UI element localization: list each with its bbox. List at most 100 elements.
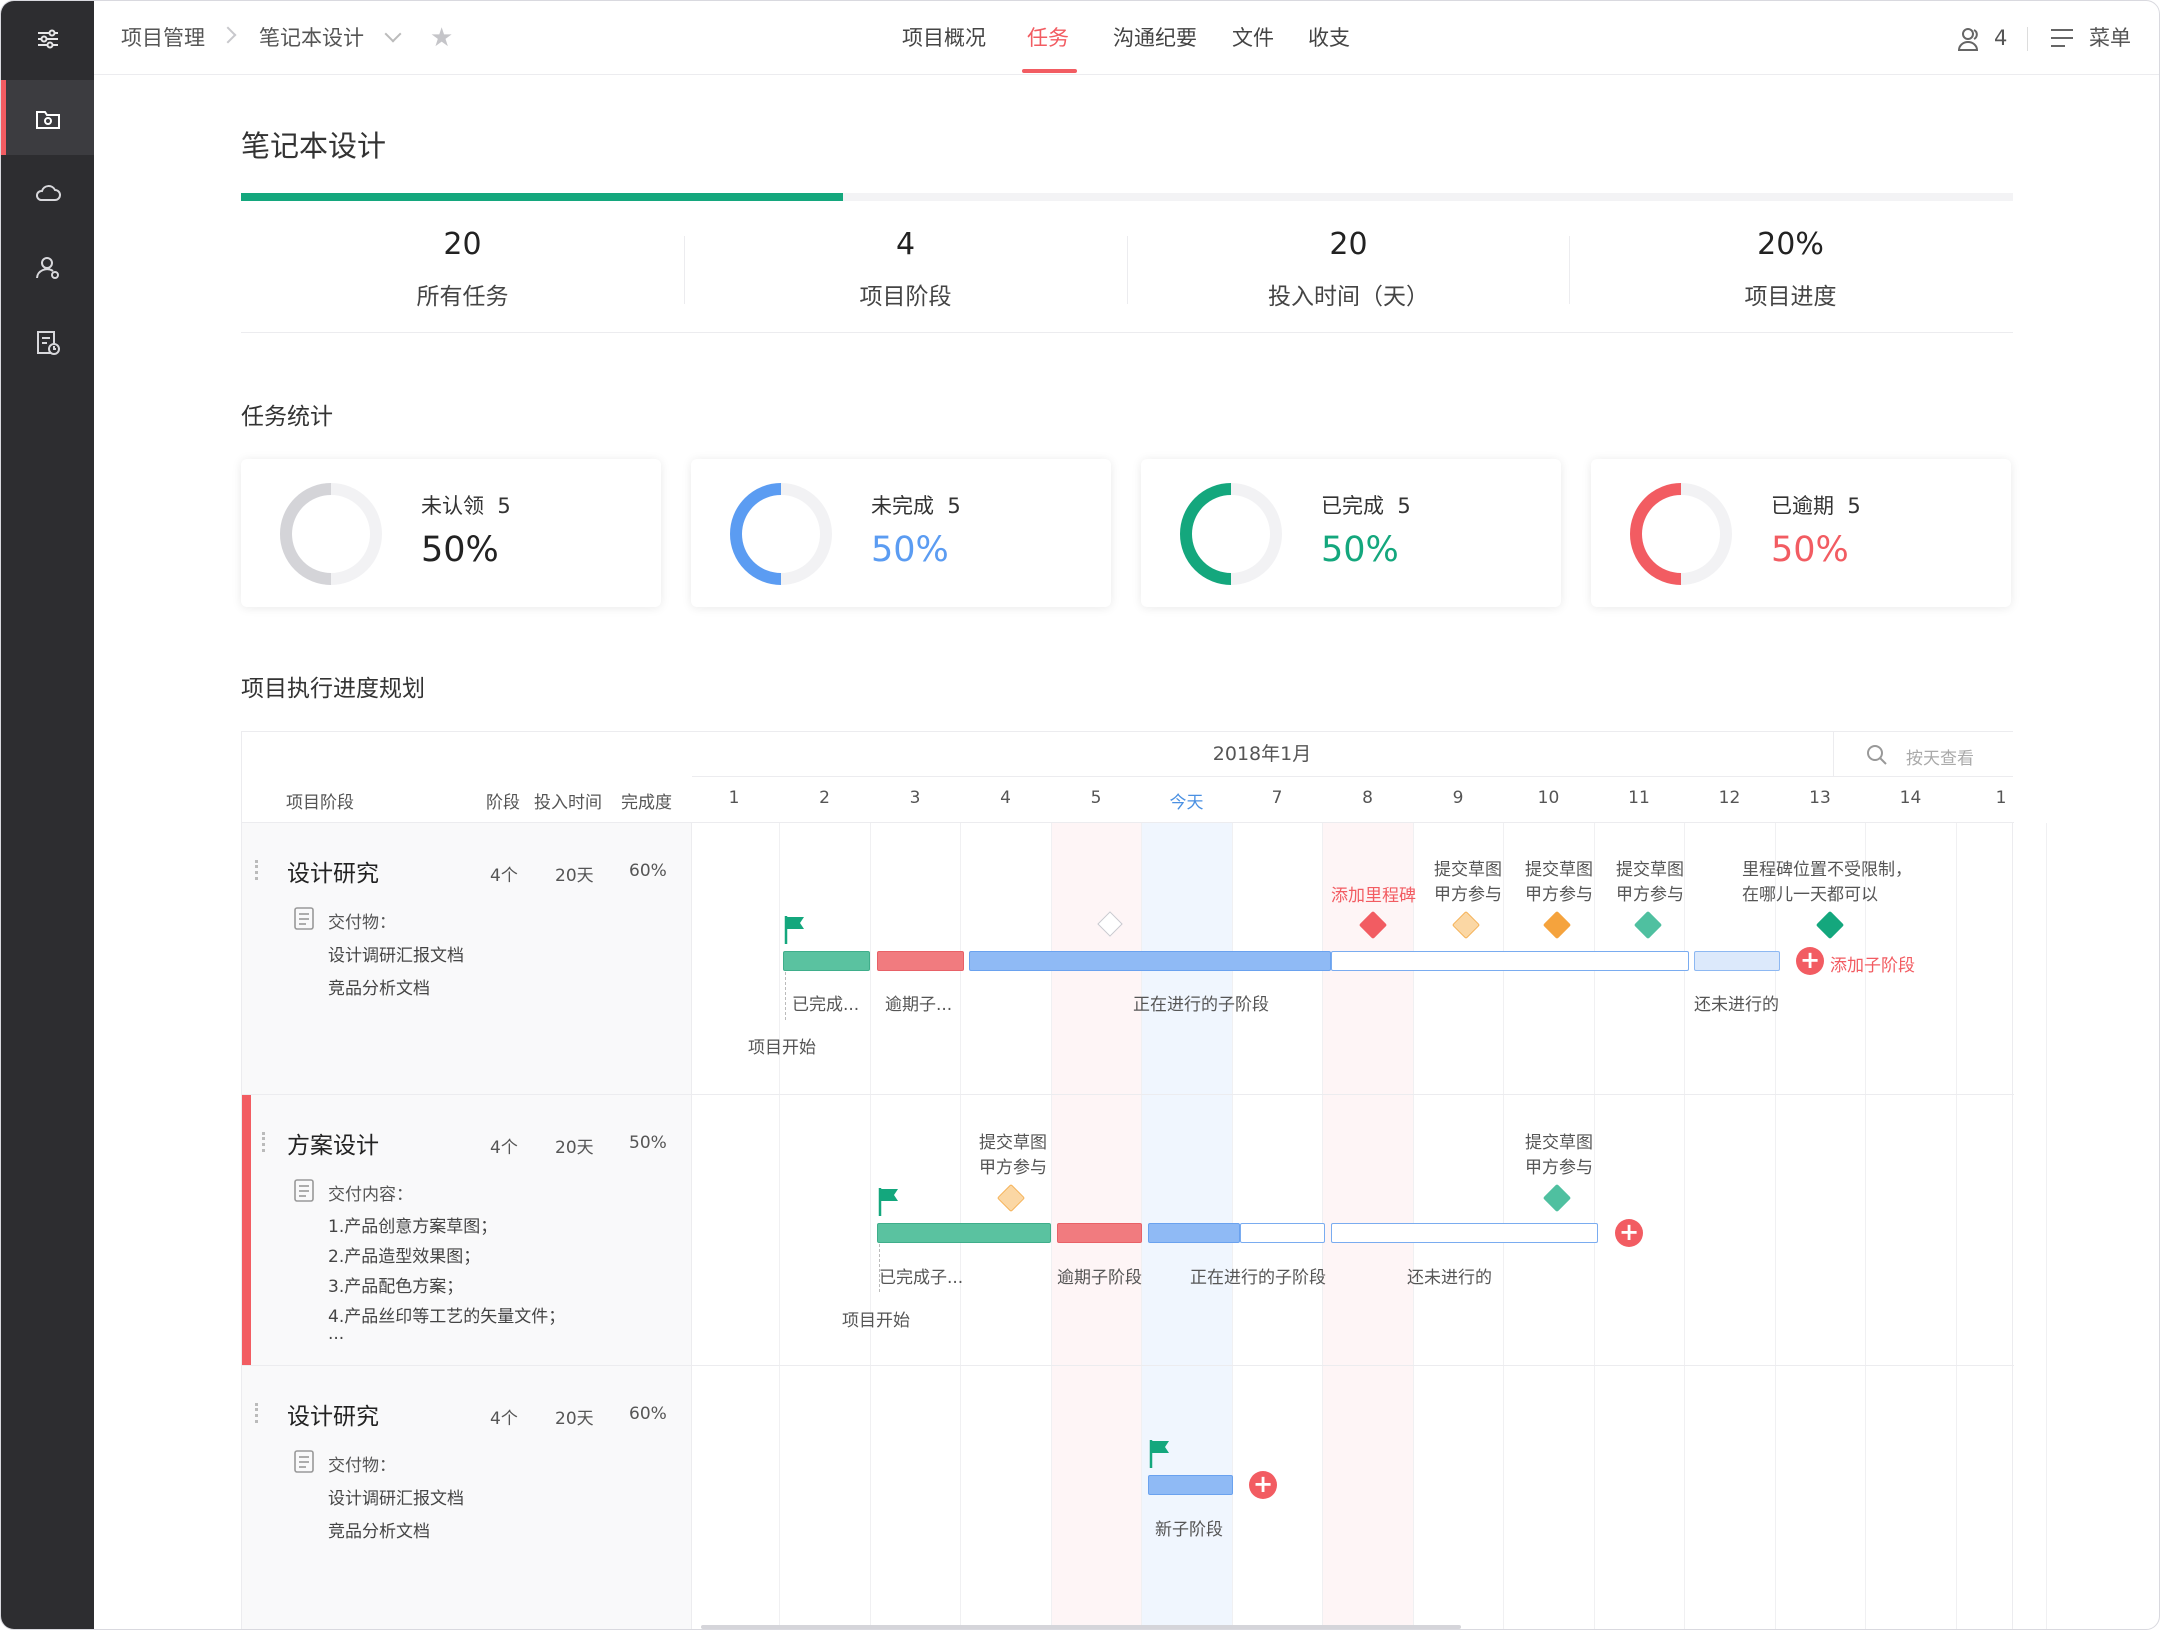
milestone-label: 提交草图 <box>1525 860 1593 880</box>
add-subphase-icon[interactable]: + <box>1615 1219 1643 1247</box>
bar-label-not-started: 还未进行的 <box>1407 1268 1492 1288</box>
milestone-free-icon[interactable] <box>1815 910 1845 940</box>
deliverable-item: 4.产品丝印等工艺的矢量文件； <box>328 1307 566 1327</box>
bar-overdue[interactable] <box>877 951 964 971</box>
menu-icon[interactable] <box>2049 26 2075 50</box>
stat-label: 项目阶段 <box>859 284 952 310</box>
day-label[interactable]: 14 <box>1891 788 1931 808</box>
task-card-completed[interactable]: 已完成 5 50% <box>1141 459 1561 607</box>
day-search[interactable]: 按天查看 <box>1833 732 2013 777</box>
milestone-active-icon[interactable] <box>1542 910 1572 940</box>
bar-in-progress-remaining[interactable] <box>1331 951 1689 971</box>
deliverable-item: 设计调研汇报文档 <box>328 946 464 966</box>
members-icon[interactable] <box>1956 25 1984 53</box>
day-label[interactable]: 7 <box>1257 788 1297 808</box>
breadcrumb-current[interactable]: 笔记本设计 <box>259 1 364 75</box>
day-label[interactable]: 2 <box>805 788 845 808</box>
horizontal-scrollbar[interactable] <box>701 1625 1461 1629</box>
drag-handle-icon[interactable] <box>255 860 259 880</box>
schedule-title: 项目执行进度规划 <box>241 676 425 702</box>
tab-files[interactable]: 文件 <box>1232 1 1274 75</box>
phase-name: 设计研究 <box>287 861 379 887</box>
phase-name: 设计研究 <box>287 1404 379 1430</box>
day-label[interactable]: 1 <box>714 788 754 808</box>
bar-in-progress-remaining[interactable] <box>1240 1223 1325 1243</box>
breadcrumb-root[interactable]: 项目管理 <box>121 1 205 75</box>
task-card-overdue[interactable]: 已逾期 5 50% <box>1591 459 2011 607</box>
cloud-icon[interactable] <box>1 155 94 230</box>
stat-value: 20% <box>1757 227 1824 262</box>
member-count[interactable]: 4 <box>1994 1 2007 75</box>
deliverable-item: 竞品分析文档 <box>328 979 430 999</box>
donut-chart-incomplete <box>730 483 832 585</box>
day-label[interactable]: 4 <box>986 788 1026 808</box>
add-subphase-label[interactable]: 添加子阶段 <box>1830 951 1915 976</box>
bar-in-progress[interactable] <box>1148 1223 1240 1243</box>
day-label[interactable]: 1 <box>1981 788 2021 808</box>
tab-overview[interactable]: 项目概况 <box>902 1 986 75</box>
day-label[interactable]: 12 <box>1710 788 1750 808</box>
donut-chart-unclaimed <box>280 483 382 585</box>
day-grid-line <box>869 823 871 1629</box>
bar-overdue[interactable] <box>1057 1223 1142 1243</box>
bar-new-subphase[interactable] <box>1148 1475 1233 1495</box>
stat-label: 投入时间（天） <box>1268 284 1429 310</box>
milestone-done-icon[interactable] <box>1633 910 1663 940</box>
deliverable-label: 交付物： <box>328 913 396 933</box>
milestone-pending-icon[interactable] <box>1451 910 1481 940</box>
project-folder-icon[interactable] <box>1 80 94 155</box>
bar-label-completed: 已完成... <box>792 995 860 1015</box>
day-label[interactable]: 10 <box>1529 788 1569 808</box>
settings-sliders-icon[interactable] <box>1 1 94 76</box>
page-title: 笔记本设计 <box>241 129 387 163</box>
milestone-label: 甲方参与 <box>1525 885 1593 905</box>
stat-value: 4 <box>895 227 916 262</box>
add-milestone-label[interactable]: 添加里程碑 <box>1331 881 1416 906</box>
day-label[interactable]: 8 <box>1348 788 1388 808</box>
tab-finance[interactable]: 收支 <box>1308 1 1350 75</box>
day-label[interactable]: 3 <box>895 788 935 808</box>
user-settings-icon[interactable] <box>1 230 94 305</box>
bar-completed[interactable] <box>783 951 870 971</box>
gantt-chart: 项目阶段 阶段 投入时间 完成度 2018年1月 按天查看 1 2 3 4 5 今天 7 8 9… <box>241 731 2048 1629</box>
bar-not-started[interactable] <box>1694 951 1780 971</box>
breadcrumb-separator-icon <box>219 26 237 44</box>
drag-handle-icon[interactable] <box>255 1403 259 1423</box>
bar-not-started[interactable] <box>1331 1223 1598 1243</box>
stat-progress: 20% 项目进度 <box>1569 223 2012 311</box>
start-flag-icon <box>878 1188 898 1216</box>
schedule-report-icon[interactable] <box>1 305 94 380</box>
task-card-unclaimed[interactable]: 未认领 5 50% <box>241 459 661 607</box>
stat-value: 20 <box>443 227 482 262</box>
task-stats-title: 任务统计 <box>241 404 333 430</box>
day-label[interactable]: 11 <box>1619 788 1659 808</box>
milestone-note: 在哪儿一天都可以 <box>1742 885 1878 905</box>
stat-all-tasks: 20 所有任务 <box>241 223 684 311</box>
drag-handle-icon[interactable] <box>262 1132 266 1152</box>
star-icon[interactable]: ★ <box>430 25 453 51</box>
chevron-down-icon[interactable] <box>384 25 402 43</box>
bar-label-in-progress: 正在进行的子阶段 <box>1133 995 1269 1015</box>
add-subphase-icon[interactable]: + <box>1796 947 1824 975</box>
gantt-header: 项目阶段 阶段 投入时间 完成度 2018年1月 按天查看 1 2 3 4 5 今天 7 8 9… <box>242 732 2014 823</box>
bar-in-progress[interactable] <box>969 951 1331 971</box>
tab-communication[interactable]: 沟通纪要 <box>1113 1 1197 75</box>
task-card-incomplete[interactable]: 未完成 5 50% <box>691 459 1111 607</box>
project-progress-bar <box>241 193 2013 201</box>
milestone-pending-icon[interactable] <box>996 1183 1026 1213</box>
day-today[interactable]: 今天 <box>1167 788 1207 813</box>
tab-tasks[interactable]: 任务 <box>1027 1 1069 75</box>
day-label[interactable]: 5 <box>1076 788 1116 808</box>
menu-button[interactable]: 菜单 <box>2089 1 2131 75</box>
start-marker-line <box>785 972 786 1020</box>
milestone-done-icon[interactable] <box>1542 1183 1572 1213</box>
document-icon <box>294 1179 314 1202</box>
search-placeholder[interactable]: 按天查看 <box>1906 744 1974 769</box>
day-label[interactable]: 13 <box>1800 788 1840 808</box>
add-subphase-icon[interactable]: + <box>1249 1471 1277 1499</box>
active-tab-indicator <box>1022 69 1077 73</box>
bar-completed[interactable] <box>877 1223 1051 1243</box>
document-icon <box>294 1450 314 1473</box>
day-label[interactable]: 9 <box>1438 788 1478 808</box>
stat-value: 20 <box>1329 227 1368 262</box>
